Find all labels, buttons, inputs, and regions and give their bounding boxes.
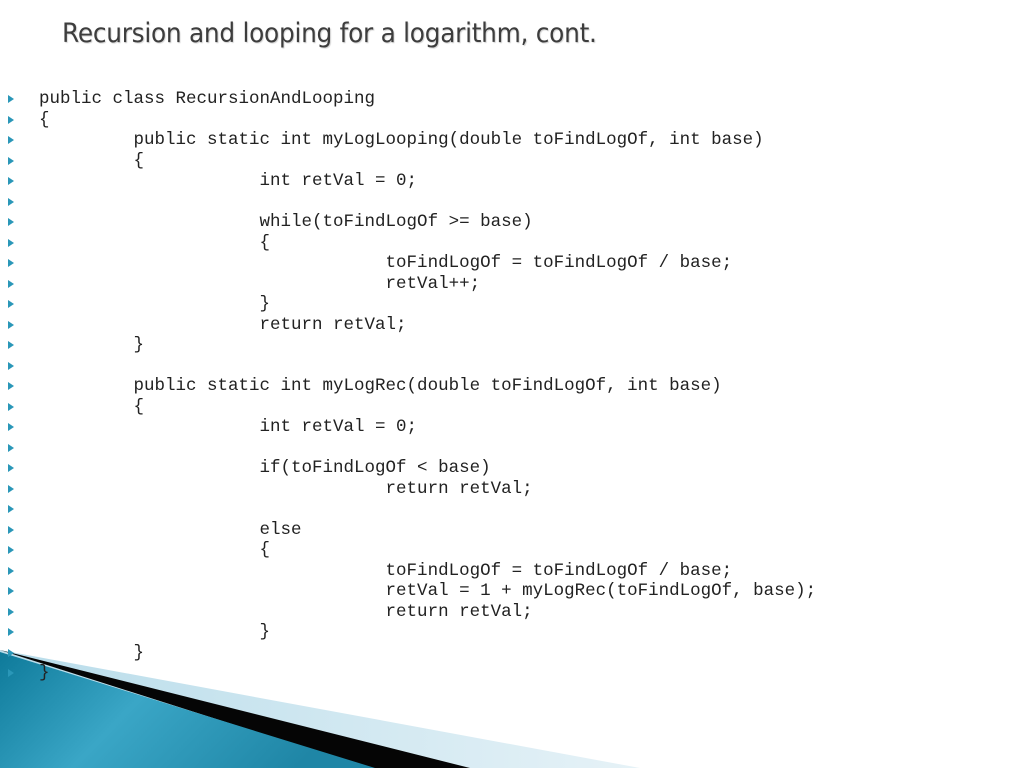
bullet-icon [8,587,14,595]
code-line: } [0,294,1024,315]
code-text: } [39,335,145,355]
code-line: return retVal; [0,315,1024,336]
code-text: { [39,109,50,130]
code-text: public static int myLogLooping(double to… [39,130,764,150]
code-line: toFindLogOf = toFindLogOf / base; [0,561,1024,582]
code-text: toFindLogOf = toFindLogOf / base; [39,253,733,273]
bullet-icon [8,238,14,247]
bullet-icon [8,628,14,636]
code-line: public class RecursionAndLooping [0,89,1024,110]
code-line: } [0,643,1024,664]
code-line: return retVal; [0,602,1024,623]
code-text: return retVal; [39,314,407,335]
bullet-icon [8,546,14,554]
code-line: } [0,622,1024,643]
code-line: while(toFindLogOf >= base) [0,212,1024,233]
code-line: { [0,397,1024,418]
code-text: retVal++; [39,273,481,294]
bullet-icon [8,361,14,370]
code-text: } [39,663,50,683]
code-text: while(toFindLogOf >= base) [39,212,533,232]
bullet-icon [8,484,14,493]
bullet-icon [8,136,14,144]
bullet-icon [8,566,14,575]
code-text: int retVal = 0; [39,171,418,191]
bullet-icon [8,341,14,349]
code-text: { [39,150,145,171]
code-line: { [0,151,1024,172]
code-line: { [0,110,1024,131]
bullet-icon [8,505,14,513]
bullet-icon [8,382,14,390]
code-text: public class RecursionAndLooping [39,89,376,109]
code-line: } [0,335,1024,356]
code-text: } [39,294,271,314]
code-line: int retVal = 0; [0,171,1024,192]
code-text: } [39,622,271,642]
bullet-icon [8,279,14,288]
bullet-icon [8,259,14,267]
code-line: return retVal; [0,479,1024,500]
code-line: if(toFindLogOf < base) [0,458,1024,479]
code-text: int retVal = 0; [39,417,418,437]
bullet-icon [8,156,14,165]
bullet-icon [8,115,14,124]
bullet-icon [8,525,14,534]
bullet-icon [8,464,14,472]
code-line [0,499,1024,520]
bullet-icon [8,320,14,329]
code-text: } [39,642,145,663]
bullet-icon [8,218,14,226]
code-text: { [39,232,271,253]
code-line: public static int myLogLooping(double to… [0,130,1024,151]
bullet-icon [8,648,14,657]
code-line [0,356,1024,377]
code-text: public static int myLogRec(double toFind… [39,376,722,396]
bullet-icon [8,300,14,308]
bullet-icon [8,197,14,206]
code-listing: public class RecursionAndLooping { publi… [0,89,1024,684]
code-text: { [39,540,271,560]
code-text: retVal = 1 + myLogRec(toFindLogOf, base)… [39,581,817,601]
bullet-icon [8,95,14,103]
bullet-icon [8,177,14,185]
bullet-icon [8,669,14,677]
code-text: toFindLogOf = toFindLogOf / base; [39,560,733,581]
bullet-icon [8,423,14,431]
code-line [0,438,1024,459]
code-line: { [0,233,1024,254]
code-line: toFindLogOf = toFindLogOf / base; [0,253,1024,274]
bullet-icon [8,402,14,411]
code-text: return retVal; [39,601,533,622]
code-line: retVal = 1 + myLogRec(toFindLogOf, base)… [0,581,1024,602]
code-text: return retVal; [39,478,533,499]
code-text: else [39,519,302,540]
code-line: int retVal = 0; [0,417,1024,438]
bullet-icon [8,607,14,616]
code-line: } [0,663,1024,684]
code-line: { [0,540,1024,561]
code-text: if(toFindLogOf < base) [39,458,491,478]
code-text: { [39,396,145,417]
code-line [0,192,1024,213]
code-line: retVal++; [0,274,1024,295]
bullet-icon [8,443,14,452]
code-line: else [0,520,1024,541]
code-line: public static int myLogRec(double toFind… [0,376,1024,397]
